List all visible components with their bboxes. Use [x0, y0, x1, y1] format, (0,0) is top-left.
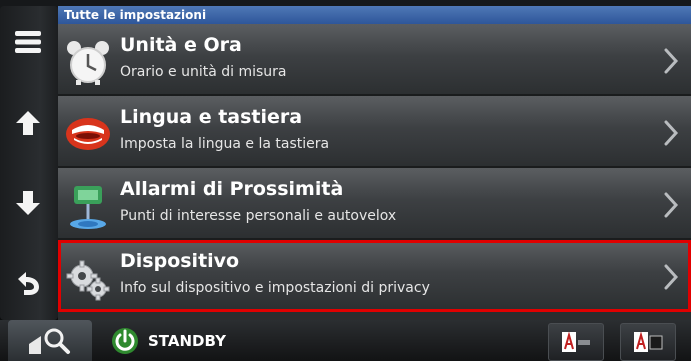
search-icon	[29, 328, 70, 354]
settings-item-subtitle: Punti di interesse personali e autovelox	[120, 208, 397, 224]
chevron-right-icon	[664, 48, 679, 74]
scroll-up-button[interactable]	[8, 101, 48, 145]
settings-item-title: Unità e Ora	[120, 34, 242, 56]
alarm-clock-icon	[67, 41, 109, 85]
standby-label: STANDBY	[148, 331, 226, 350]
map-letter-a-icon	[562, 331, 590, 352]
settings-item-title: Lingua e tastiera	[120, 106, 303, 128]
chevron-right-icon	[664, 192, 679, 218]
back-button[interactable]	[8, 261, 48, 305]
device-frame: Tutte le impostazioni Unità e Ora Orario…	[0, 0, 691, 361]
menu-button[interactable]	[8, 20, 48, 64]
settings-item-subtitle: Info sul dispositivo e impostazioni di p…	[120, 280, 430, 296]
power-icon	[112, 327, 138, 354]
map-mode-button[interactable]	[620, 323, 676, 361]
arrow-down-icon	[16, 191, 40, 215]
arrow-up-icon	[16, 111, 40, 135]
settings-item-title: Allarmi di Prossimità	[120, 178, 344, 200]
settings-item-device[interactable]: Dispositivo Info sul dispositivo e impos…	[58, 240, 691, 312]
settings-list: Unità e Ora Orario e unità di misura Lin…	[58, 24, 691, 312]
search-tab[interactable]	[8, 320, 92, 361]
settings-item-units-time[interactable]: Unità e Ora Orario e unità di misura	[58, 24, 691, 96]
map-view-button[interactable]	[548, 323, 604, 361]
settings-item-language-keyboard[interactable]: Lingua e tastiera Imposta la lingua e la…	[58, 96, 691, 168]
standby-button[interactable]: STANDBY	[110, 320, 310, 361]
scroll-down-button[interactable]	[8, 181, 48, 225]
back-icon	[18, 272, 39, 295]
settings-item-proximity-alerts[interactable]: Allarmi di Prossimità Punti di interesse…	[58, 168, 691, 240]
chevron-right-icon	[664, 264, 679, 290]
mouth-icon	[66, 118, 110, 150]
bottom-bar: STANDBY	[0, 320, 691, 361]
page-title: Tutte le impostazioni	[58, 6, 691, 24]
gears-icon	[66, 260, 110, 301]
settings-screen: Tutte le impostazioni Unità e Ora Orario…	[58, 6, 691, 320]
map-letter-a-dark-icon	[634, 331, 663, 352]
left-rail	[0, 6, 58, 320]
settings-item-title: Dispositivo	[120, 250, 240, 272]
proximity-alert-icon	[70, 186, 106, 229]
chevron-right-icon	[664, 120, 679, 146]
settings-item-subtitle: Orario e unità di misura	[120, 64, 287, 80]
settings-item-subtitle: Imposta la lingua e la tastiera	[120, 136, 330, 152]
menu-icon	[15, 31, 41, 53]
